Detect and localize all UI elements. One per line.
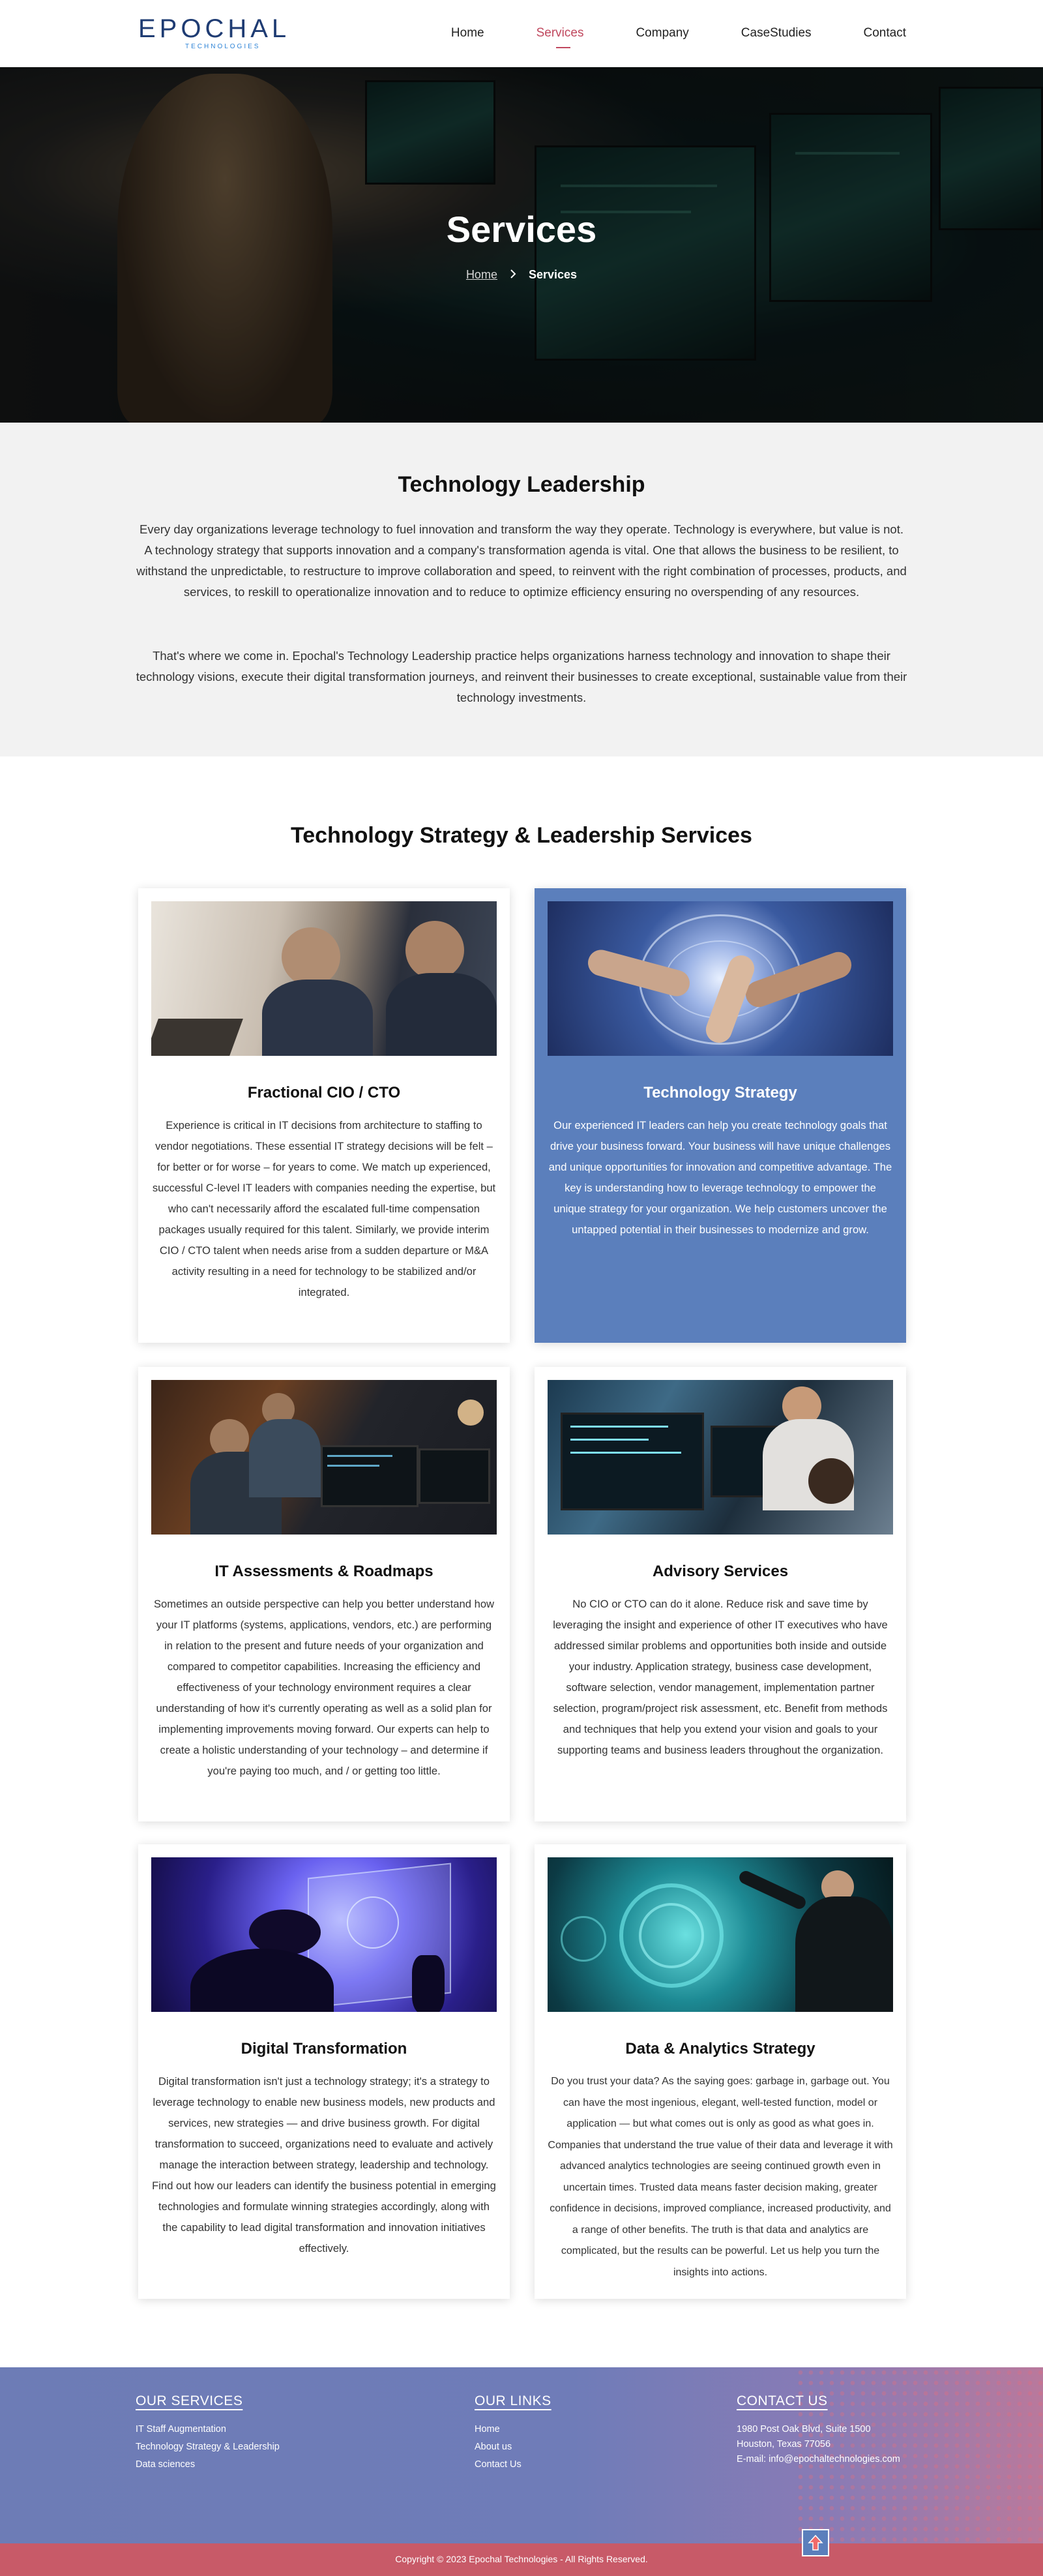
- site-footer: OUR SERVICES IT Staff Augmentation Techn…: [0, 2367, 1043, 2543]
- card-image: [151, 1380, 497, 1535]
- nav-contact-link[interactable]: Contact: [864, 26, 906, 40]
- logo-tagline: TECHNOLOGIES: [185, 43, 261, 50]
- card-title: Digital Transformation: [241, 2040, 407, 2058]
- footer-service-link[interactable]: Data sciences: [136, 2456, 280, 2474]
- copyright-text: Copyright © 2023 Epochal Technologies - …: [395, 2554, 648, 2564]
- card-text: No CIO or CTO can do it alone. Reduce ri…: [553, 1598, 888, 1756]
- footer-services-column: OUR SERVICES IT Staff Augmentation Techn…: [136, 2393, 280, 2474]
- footer-contact-column: CONTACT US 1980 Post Oak Blvd, Suite 150…: [737, 2393, 900, 2468]
- copyright-bar: Copyright © 2023 Epochal Technologies - …: [0, 2543, 1043, 2576]
- service-card-technology-strategy[interactable]: Technology Strategy Our experienced IT l…: [535, 888, 906, 1343]
- epochal-logo[interactable]: EPOCHAL TECHNOLOGIES: [138, 14, 288, 52]
- card-image: [548, 1380, 893, 1535]
- footer-service-link[interactable]: IT Staff Augmentation: [136, 2421, 280, 2438]
- scroll-to-top-button[interactable]: [802, 2529, 829, 2556]
- service-card-advisory-services[interactable]: Advisory Services No CIO or CTO can do i…: [535, 1367, 906, 1821]
- breadcrumb-home-link[interactable]: Home: [466, 268, 497, 281]
- card-image: [548, 1857, 893, 2012]
- card-image: [548, 901, 893, 1056]
- card-image: [151, 1857, 497, 2012]
- services-heading: Technology Strategy & Leadership Service…: [291, 823, 752, 848]
- service-card-data-analytics[interactable]: Data & Analytics Strategy Do you trust y…: [535, 1844, 906, 2299]
- intro-paragraph: Every day organizations leverage technol…: [136, 522, 907, 599]
- footer-contact-link[interactable]: Contact Us: [475, 2456, 551, 2474]
- card-title: Fractional CIO / CTO: [247, 1084, 401, 1101]
- logo-wordmark: EPOCHAL: [138, 14, 291, 43]
- footer-links-heading: OUR LINKS: [475, 2393, 551, 2408]
- breadcrumb: Home Services: [0, 268, 1043, 282]
- nav-company-link[interactable]: Company: [636, 26, 688, 40]
- footer-about-link[interactable]: About us: [475, 2438, 551, 2456]
- card-title: IT Assessments & Roadmaps: [214, 1563, 433, 1580]
- breadcrumb-current: Services: [528, 268, 578, 281]
- footer-contact-heading: CONTACT US: [737, 2393, 828, 2408]
- service-card-digital-transformation[interactable]: Digital Transformation Digital transform…: [138, 1844, 510, 2299]
- nav-home-link[interactable]: Home: [451, 26, 484, 40]
- page-title: Services: [446, 209, 597, 250]
- footer-services-heading: OUR SERVICES: [136, 2393, 243, 2408]
- footer-home-link[interactable]: Home: [475, 2421, 551, 2438]
- card-text: Our experienced IT leaders can help you …: [548, 1119, 892, 1236]
- card-image: [151, 901, 497, 1056]
- technology-leadership-section: Technology Leadership Every day organiza…: [0, 423, 1043, 756]
- card-title: Technology Strategy: [643, 1084, 797, 1101]
- intro-heading: Technology Leadership: [398, 472, 645, 497]
- footer-links-column: OUR LINKS Home About us Contact Us: [475, 2393, 551, 2474]
- card-title: Data & Analytics Strategy: [625, 2040, 815, 2058]
- nav-casestudies-link[interactable]: CaseStudies: [741, 26, 812, 40]
- card-text: Digital transformation isn't just a tech…: [152, 2075, 496, 2254]
- nav-services-link[interactable]: Services: [536, 26, 583, 48]
- service-card-it-assessments[interactable]: IT Assessments & Roadmaps Sometimes an o…: [138, 1367, 510, 1821]
- service-card-fractional-cio[interactable]: Fractional CIO / CTO Experience is criti…: [138, 888, 510, 1343]
- footer-service-link[interactable]: Technology Strategy & Leadership: [136, 2438, 280, 2456]
- card-text: Experience is critical in IT decisions f…: [152, 1119, 496, 1298]
- chevron-right-icon: [510, 268, 516, 282]
- card-text: Sometimes an outside perspective can hel…: [153, 1598, 495, 1777]
- arrow-up-icon: [808, 2534, 823, 2551]
- footer-email-link[interactable]: E-mail: info@epochaltechnologies.com: [737, 2451, 900, 2468]
- card-text: Do you trust your data? As the saying go…: [548, 2076, 893, 2278]
- main-menu: Home Services Company CaseStudies Contac…: [399, 26, 906, 48]
- intro-paragraph: That's where we come in. Epochal's Techn…: [136, 649, 907, 704]
- top-navigation: EPOCHAL TECHNOLOGIES Home Services Compa…: [0, 0, 1043, 67]
- card-title: Advisory Services: [652, 1563, 789, 1580]
- hero-banner: Services Home Services: [0, 67, 1043, 423]
